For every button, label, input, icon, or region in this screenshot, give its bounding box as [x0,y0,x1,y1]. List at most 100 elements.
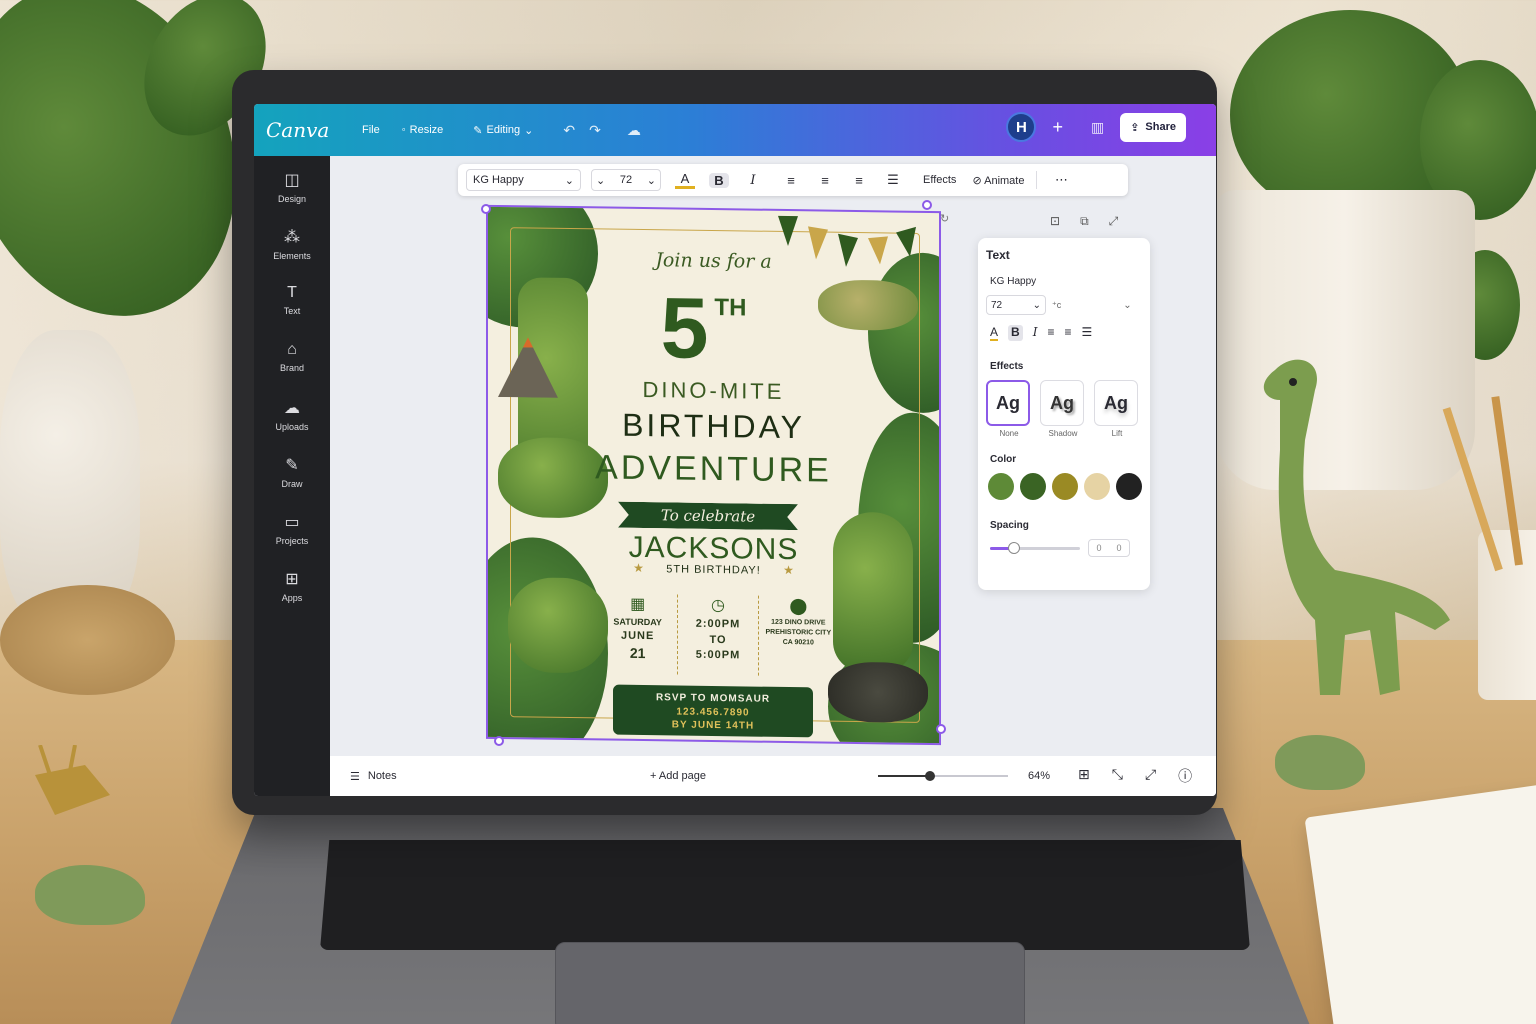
canvas-area: KG Happy ⌄ ⌄ 72 ⌄ A B I ≡ ≡ ≡ ☰ Effects ⊘ A… [330,156,1216,796]
italic-button[interactable]: I [743,173,763,188]
sidebar-item-label: Elements [273,251,311,261]
text-color-button[interactable]: A [990,325,999,341]
apps-icon: ⊞ [285,571,299,588]
list-icon[interactable]: ☰ [883,172,903,188]
sidebar-item-text[interactable]: T Text [254,284,330,327]
sidebar-item-design[interactable]: ◫ Design [254,170,330,213]
align-left-icon[interactable]: ≡ [781,173,801,188]
zoom-slider[interactable] [878,771,1008,781]
color-swatch[interactable] [988,473,1014,500]
file-menu[interactable]: File [356,120,386,140]
rsvp-banner[interactable]: RSVP TO MOMSAUR 123.456.7890 BY JUNE 14T… [613,684,813,738]
sidebar-item-uploads[interactable]: ☁ Uploads [254,398,330,441]
birthday-heading[interactable]: BIRTHDAY [488,405,939,448]
age-number: 5 [660,280,709,377]
effects-options: Ag None Ag Shadow Ag Lift [986,380,1142,438]
design-icon: ◫ [284,172,300,189]
brand-icon: ⌂ [287,341,297,358]
trackpad[interactable] [555,942,1025,1024]
spacing-slider-knob[interactable] [1008,541,1020,554]
undo-icon[interactable]: ↶ [563,122,575,139]
add-collaborator-button[interactable]: + [1052,117,1063,138]
editing-menu[interactable]: ✎ Editing ⌄ [467,120,539,141]
date-column[interactable]: ▦ SATURDAY JUNE 21 [598,593,677,674]
zoom-level[interactable]: 64% [1028,770,1050,782]
lock-icon[interactable]: ⊡ [1050,214,1060,229]
align-left-icon[interactable]: ≡ [1047,325,1054,341]
effect-shadow[interactable]: Ag Shadow [1040,380,1086,438]
spacing-input[interactable]: 00 [1088,539,1130,557]
upload-icon: ⇪ [1130,121,1140,134]
align-center-icon[interactable]: ≡ [1064,325,1071,341]
animate-button[interactable]: ⊘ Animate [972,174,1024,187]
spacing-slider[interactable] [990,541,1080,554]
italic-button[interactable]: I [1033,325,1038,341]
bold-button[interactable]: B [1008,325,1023,341]
color-swatch[interactable] [1084,473,1110,500]
resize-menu[interactable]: ◦ Resize [396,120,450,140]
expand-icon[interactable]: ⤢ [1109,214,1119,229]
grid-view-icon[interactable]: ⊞ [1078,766,1090,786]
sidebar-item-brand[interactable]: ⌂ Brand [254,341,330,384]
notes-label: Notes [367,769,397,782]
resize-handle-top-right[interactable] [922,200,932,210]
avatar[interactable]: H [1006,112,1037,142]
resize-handle-top-left[interactable] [481,204,491,214]
resize-menu-label: Resize [409,124,444,136]
cloud-save-icon[interactable]: ☁ [627,122,641,139]
panel-font-size-dropdown[interactable]: 72 ⌄ [986,295,1046,315]
chevron-down-icon: ⌄ [564,174,574,187]
list-icon[interactable]: ☰ [1081,325,1092,341]
bold-button[interactable]: B [709,172,729,188]
sidebar-item-elements[interactable]: ⁂ Elements [254,227,330,270]
top-bar-right: H + ▥ ⇪ Share [1006,112,1186,142]
color-swatch[interactable] [1052,473,1078,500]
fullscreen-icon[interactable]: ⤢ [1145,766,1156,786]
align-right-icon[interactable]: ≡ [849,173,869,188]
address-column[interactable]: ⬤ 123 DINO DRIVE PREHISTORIC CITY CA 902… [759,596,838,677]
effect-lift[interactable]: Ag Lift [1094,380,1140,438]
analytics-icon[interactable]: ▥ [1091,119,1104,136]
view-controls: ⊞ ⤡ ⤢ ⓘ [1078,766,1192,786]
celebrate-banner[interactable]: To celebrate [618,502,798,531]
color-label: Color [990,454,1017,465]
sidebar-item-draw[interactable]: ✎ Draw [254,455,330,498]
notes-button[interactable]: ☰ Notes [350,770,397,783]
sidebar-item-apps[interactable]: ⊞ Apps [254,569,330,612]
canva-logo[interactable]: Canva [266,118,346,142]
effect-none[interactable]: Ag None [986,380,1032,438]
sidebar-item-label: Design [277,194,306,204]
panel-font-name[interactable]: KG Happy [986,276,1142,287]
chevron-down-icon[interactable]: ⌄ [1123,300,1131,311]
help-icon[interactable]: ⓘ [1178,766,1192,786]
align-center-icon[interactable]: ≡ [815,173,835,188]
sidebar-item-projects[interactable]: ▭ Projects [254,512,330,555]
resize-handle-bottom-left[interactable] [494,736,504,746]
clock-icon: ◷ [711,596,725,615]
color-swatch[interactable] [1116,473,1142,500]
rotate-icon[interactable]: ↻ [940,212,949,225]
share-button[interactable]: ⇪ Share [1120,112,1186,142]
font-size-value: 72 [619,174,633,186]
font-family-dropdown[interactable]: KG Happy ⌄ [466,169,581,191]
fit-screen-icon[interactable]: ⤡ [1112,766,1123,786]
age-number-text[interactable]: 5 TH [486,277,929,382]
file-menu-label: File [362,124,380,136]
time-column[interactable]: ◷ 2:00PM TO 5:00PM [677,594,759,676]
time-start: 2:00PM [695,618,741,631]
decrease-size-icon[interactable]: ⌄ [596,174,605,187]
color-swatch[interactable] [1020,473,1046,500]
redo-icon[interactable]: ↷ [589,122,601,139]
duplicate-icon[interactable]: ⧉ [1080,214,1089,229]
text-color-button[interactable]: A [675,171,695,189]
chevron-down-icon[interactable]: ⌄ [647,174,656,187]
letter-case-icon[interactable]: ⁺c [1052,300,1061,311]
zoom-slider-knob[interactable] [925,771,935,781]
adventure-heading[interactable]: ADVENTURE [488,447,939,492]
add-page-button[interactable]: + Add page [650,770,706,782]
font-size-stepper[interactable]: ⌄ 72 ⌄ [591,169,661,191]
more-options-icon[interactable]: ⋯ [1051,172,1071,188]
invitation-design-page[interactable]: Join us for a 5 TH DINO-MITE BIRTHDAY ADV… [486,204,941,746]
resize-handle-bottom-right[interactable] [936,724,946,734]
effects-button[interactable]: Effects [923,174,956,186]
